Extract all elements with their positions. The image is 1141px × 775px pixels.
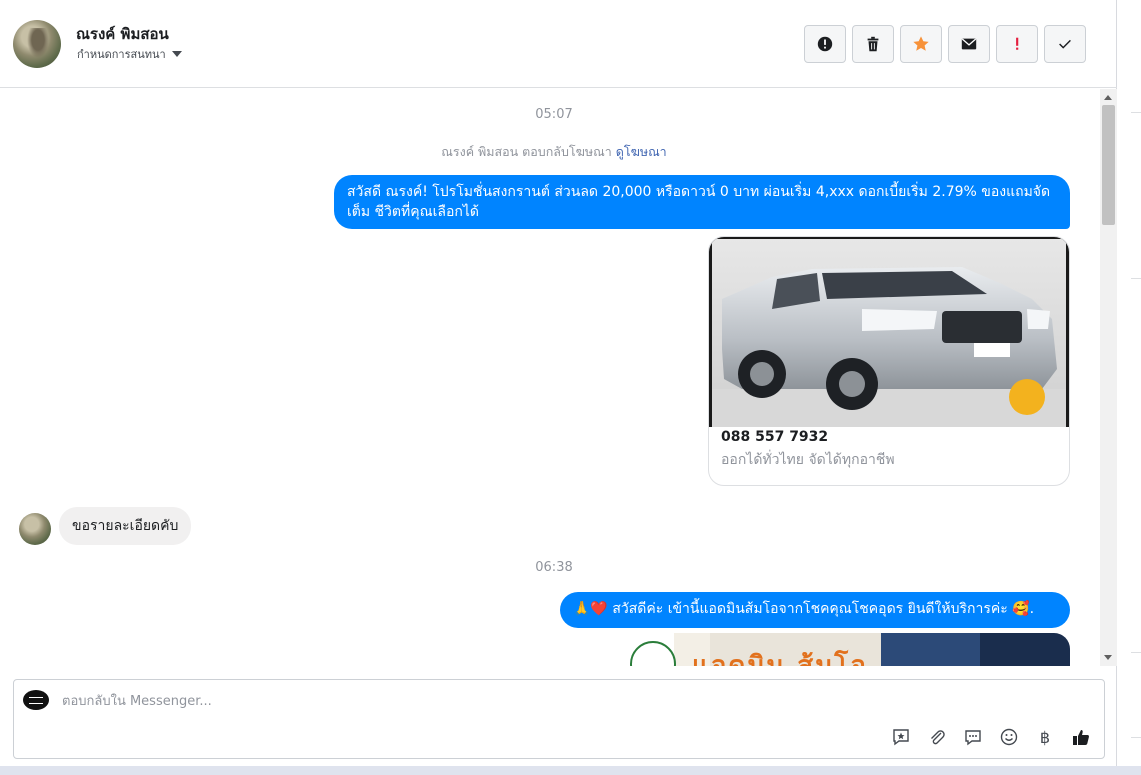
- attachment-button[interactable]: [926, 726, 948, 748]
- mark-done-button[interactable]: [1044, 25, 1086, 63]
- chat-bubble-icon: [965, 730, 981, 746]
- outgoing-message[interactable]: สวัสดี ณรงค์! โปรโมชั่นสงกรานต์ ส่วนลด 2…: [334, 175, 1070, 229]
- chat-button[interactable]: [962, 726, 984, 748]
- payment-button[interactable]: ฿: [1034, 726, 1056, 748]
- ad-card-subtitle: ออกได้ทั่วไทย จัดได้ทุกอาชีพ: [721, 452, 895, 468]
- delete-button[interactable]: [852, 25, 894, 63]
- envelope-icon: [961, 38, 977, 50]
- ad-reply-note: ณรงค์ พิมสอน ตอบกลับโฆษณา ดูโฆษณา: [0, 142, 1108, 162]
- follow-up-button[interactable]: [996, 25, 1038, 63]
- outgoing-message[interactable]: 🙏❤️ สวัสดีค่ะ เข้านี้แอดมินส้มโอจากโชคคุ…: [560, 592, 1070, 628]
- view-ad-link[interactable]: ดูโฆษณา: [616, 144, 667, 159]
- emoji-button[interactable]: [998, 726, 1020, 748]
- window-bottom-edge: [0, 766, 1141, 775]
- thread-scrollbar[interactable]: [1100, 89, 1117, 666]
- pickup-truck-image: [712, 239, 1066, 427]
- divider: [1131, 112, 1141, 113]
- mark-unread-button[interactable]: [948, 25, 990, 63]
- saved-reply-icon: [893, 729, 909, 746]
- page-avatar: [23, 690, 49, 710]
- ad-reply-text: ณรงค์ พิมสอน ตอบกลับโฆษณา: [441, 144, 612, 159]
- banner-text: แอดมิน ส้มโอ: [692, 651, 868, 666]
- emoji-icon: [1000, 728, 1018, 746]
- baht-icon: ฿: [1039, 727, 1051, 747]
- divider: [1131, 278, 1141, 279]
- mark-spam-button[interactable]: [804, 25, 846, 63]
- side-panel-edge: [1117, 0, 1141, 775]
- contact-name[interactable]: ณรงค์ พิมสอน: [76, 22, 169, 46]
- conversation-status-dropdown[interactable]: กำหนดการสนทนา: [77, 45, 182, 63]
- attachment-icon: [931, 730, 945, 745]
- messenger-inbox: ณรงค์ พิมสอน กำหนดการสนทนา 05:07 ณรงค์ พ…: [0, 0, 1117, 775]
- ad-card[interactable]: 088 557 7932 ออกได้ทั่วไทย จัดได้ทุกอาชี…: [708, 236, 1070, 486]
- caret-down-icon: [171, 51, 182, 57]
- dealer-logo: [630, 641, 676, 666]
- conversation-toolbar: [804, 25, 1086, 63]
- star-button[interactable]: [900, 25, 942, 63]
- ad-card-phone: 088 557 7932: [721, 429, 829, 445]
- contact-avatar-small: [19, 513, 51, 545]
- message-composer: ฿: [13, 679, 1105, 759]
- ad-car-image: [709, 237, 1069, 427]
- thumbs-up-icon: [1073, 730, 1089, 745]
- check-icon: [1059, 39, 1071, 49]
- trash-icon: [867, 36, 879, 52]
- alert-circle-icon: [817, 36, 833, 52]
- star-icon: [913, 36, 929, 51]
- composer-toolbar: ฿: [890, 726, 1092, 748]
- scroll-up-arrow[interactable]: [1104, 95, 1112, 100]
- timestamp: 05:07: [535, 107, 573, 122]
- timestamp: 06:38: [535, 560, 573, 575]
- saved-reply-button[interactable]: [890, 726, 912, 748]
- admin-banner-image[interactable]: แอดมิน ส้มโอ: [620, 633, 1070, 666]
- reply-input[interactable]: [62, 690, 762, 712]
- conversation-header: ณรงค์ พิมสอน กำหนดการสนทนา: [0, 0, 1117, 88]
- incoming-message[interactable]: ขอรายละเอียดคับ: [59, 507, 192, 545]
- scroll-down-arrow[interactable]: [1104, 655, 1112, 660]
- scroll-thumb[interactable]: [1102, 105, 1115, 225]
- exclamation-icon: [1016, 37, 1019, 50]
- divider: [1131, 737, 1141, 738]
- like-button[interactable]: [1070, 726, 1092, 748]
- conversation-status-label: กำหนดการสนทนา: [77, 48, 166, 61]
- contact-avatar[interactable]: [13, 20, 61, 68]
- divider: [1131, 652, 1141, 653]
- message-thread: 05:07 ณรงค์ พิมสอน ตอบกลับโฆษณา ดูโฆษณา …: [0, 89, 1117, 666]
